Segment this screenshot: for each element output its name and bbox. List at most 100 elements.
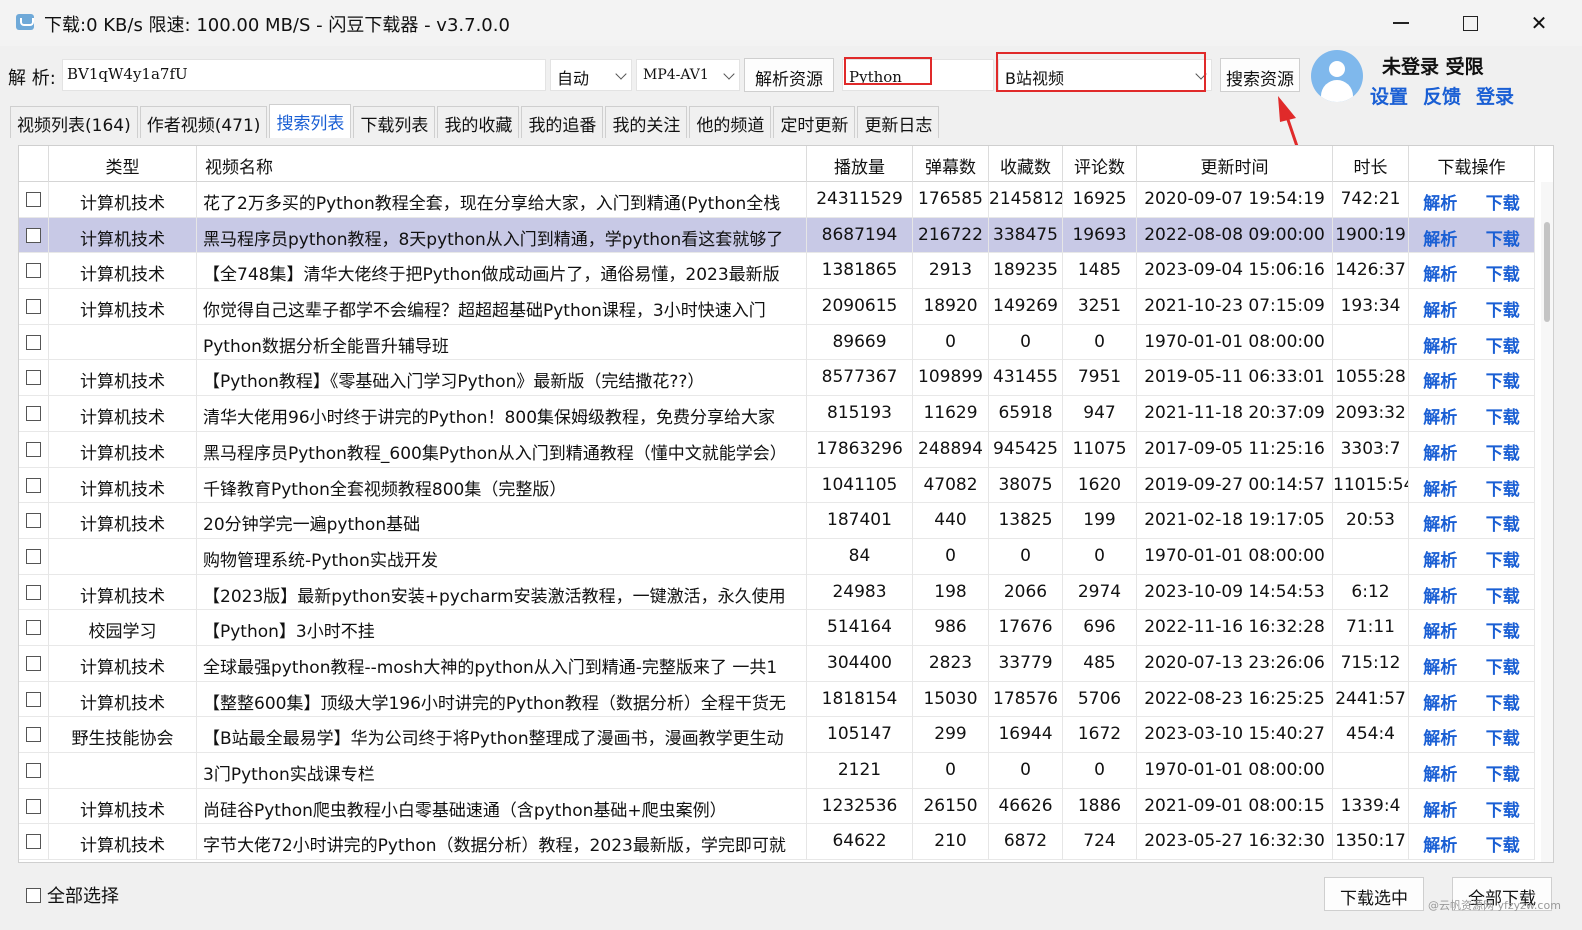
table-row[interactable]: 计算机技术 黑马程序员python教程，8天python从入门到精通，学pytho… [19,217,1535,254]
table-row[interactable]: 3门Python实战课专栏 2121 0 0 0 1970-01-01 08:00:00 解… [19,753,1535,789]
row-checkbox[interactable] [26,513,41,529]
column-header-8[interactable]: 时长 [1333,146,1409,182]
column-header-4[interactable]: 弹幕数 [913,146,989,182]
tab-9[interactable]: 更新日志 [857,106,940,138]
column-header-0[interactable] [19,146,49,182]
row-checkbox[interactable] [26,192,41,207]
table-row[interactable]: 计算机技术 全球最强python教程--mosh大神的python从入门到精通-完… [19,645,1535,682]
row-parse-link[interactable]: 解析 [1423,653,1457,682]
tab-6[interactable]: 我的关注 [605,106,688,138]
table-row[interactable]: 计算机技术 黑马程序员Python教程_600集Python从入门到精通教程（懂中… [19,431,1535,468]
quality-select[interactable]: 自动 [550,59,632,91]
row-download-link[interactable]: 下载 [1486,831,1520,860]
row-checkbox[interactable] [26,263,41,279]
row-parse-link[interactable]: 解析 [1423,439,1457,468]
maximize-button[interactable] [1447,6,1493,40]
row-parse-link[interactable]: 解析 [1423,510,1457,539]
tab-5[interactable]: 我的追番 [521,106,604,138]
column-header-2[interactable]: 视频名称 [197,146,807,182]
table-row[interactable]: 校园学习 【Python】3小时不挂 514164 986 17676 696 2022-1… [19,610,1535,646]
row-parse-link[interactable]: 解析 [1423,189,1457,218]
tab-1[interactable]: 作者视频(471) [139,106,268,138]
table-row[interactable]: 计算机技术 【2023版】最新python安装+pycharm安装激活教程，一键激… [19,574,1535,611]
row-checkbox[interactable] [26,334,41,350]
row-checkbox[interactable] [26,584,41,600]
row-checkbox[interactable] [26,441,41,457]
row-download-link[interactable]: 下载 [1486,689,1520,718]
settings-link[interactable]: 设置 [1370,82,1408,109]
column-header-3[interactable]: 播放量 [807,146,913,182]
feedback-link[interactable]: 反馈 [1423,82,1461,109]
row-checkbox[interactable] [26,727,41,743]
tab-2[interactable]: 搜索列表 [269,104,352,138]
row-download-link[interactable]: 下载 [1486,260,1520,289]
row-parse-link[interactable]: 解析 [1423,724,1457,753]
row-download-link[interactable]: 下载 [1486,332,1520,361]
table-row[interactable]: 计算机技术 字节大佬72小时讲完的Python（数据分析）教程，2023最新版，学… [19,824,1535,861]
row-checkbox[interactable] [26,370,41,386]
row-parse-link[interactable]: 解析 [1423,796,1457,825]
row-download-link[interactable]: 下载 [1486,189,1520,218]
row-download-link[interactable]: 下载 [1486,225,1520,254]
row-checkbox[interactable] [26,548,41,564]
row-parse-link[interactable]: 解析 [1423,260,1457,289]
row-parse-link[interactable]: 解析 [1423,296,1457,325]
row-parse-link[interactable]: 解析 [1423,546,1457,575]
table-row[interactable]: 计算机技术 花了2万多买的Python教程全套，现在分享给大家，入门到精通(Pyt… [19,182,1535,218]
column-header-1[interactable]: 类型 [49,146,197,182]
row-parse-link[interactable]: 解析 [1423,225,1457,254]
row-parse-link[interactable]: 解析 [1423,475,1457,504]
row-parse-link[interactable]: 解析 [1423,689,1457,718]
row-parse-link[interactable]: 解析 [1423,582,1457,611]
row-parse-link[interactable]: 解析 [1423,367,1457,396]
column-header-7[interactable]: 更新时间 [1137,146,1333,182]
row-download-link[interactable]: 下载 [1486,296,1520,325]
row-checkbox[interactable] [26,477,41,493]
row-parse-link[interactable]: 解析 [1423,617,1457,646]
row-download-link[interactable]: 下载 [1486,617,1520,646]
close-button[interactable]: ✕ [1516,6,1562,40]
table-row[interactable]: 计算机技术 千锋教育Python全套视频教程800集（完整版） 1041105 470… [19,467,1535,504]
row-download-link[interactable]: 下载 [1486,653,1520,682]
row-checkbox[interactable] [26,834,41,850]
table-row[interactable]: 计算机技术 尚硅谷Python爬虫教程小白零基础速通（含python基础+爬虫案例… [19,788,1535,825]
row-checkbox[interactable] [26,763,41,778]
row-download-link[interactable]: 下载 [1486,475,1520,504]
row-parse-link[interactable]: 解析 [1423,760,1457,789]
row-parse-link[interactable]: 解析 [1423,332,1457,361]
table-row[interactable]: 购物管理系统-Python实战开发 84 0 0 0 1970-01-01 08:00:0… [19,538,1535,575]
row-download-link[interactable]: 下载 [1486,510,1520,539]
minimize-button[interactable] [1378,6,1424,40]
format-select[interactable]: MP4-AV1 [636,59,740,91]
row-parse-link[interactable]: 解析 [1423,403,1457,432]
row-download-link[interactable]: 下载 [1486,582,1520,611]
login-link[interactable]: 登录 [1476,82,1514,109]
row-parse-link[interactable]: 解析 [1423,831,1457,860]
scrollbar-thumb[interactable] [1544,222,1550,322]
table-row[interactable]: 计算机技术 清华大佬用96小时终于讲完的Python！800集保姆级教程，免费分享… [19,396,1535,432]
row-checkbox[interactable] [26,227,41,243]
row-checkbox[interactable] [26,655,41,671]
column-header-9[interactable]: 下载操作 [1409,146,1535,182]
vertical-scrollbar[interactable] [1541,182,1553,862]
row-checkbox[interactable] [26,798,41,814]
row-checkbox[interactable] [26,620,41,636]
row-checkbox[interactable] [26,299,41,315]
table-row[interactable]: 计算机技术 【全748集】清华大佬终于把Python做成动画片了，通俗易懂，202… [19,253,1535,290]
table-row[interactable]: 计算机技术 你觉得自己这辈子都学不会编程？超超超基础Python课程，3小时快速入… [19,289,1535,325]
row-download-link[interactable]: 下载 [1486,439,1520,468]
table-row[interactable]: Python数据分析全能晋升辅导班 89669 0 0 0 1970-01-01 08:0… [19,324,1535,361]
download-selected-button[interactable]: 下载选中 [1324,877,1424,911]
tab-4[interactable]: 我的收藏 [437,106,520,138]
row-download-link[interactable]: 下载 [1486,796,1520,825]
row-download-link[interactable]: 下载 [1486,760,1520,789]
row-download-link[interactable]: 下载 [1486,403,1520,432]
search-resource-button[interactable]: 搜索资源 [1220,58,1300,92]
column-header-5[interactable]: 收藏数 [989,146,1063,182]
table-row[interactable]: 野生技能协会 【B站最全最易学】华为公司终于将Python整理成了漫画书，漫画教学… [19,717,1535,753]
row-download-link[interactable]: 下载 [1486,546,1520,575]
row-checkbox[interactable] [26,406,41,422]
row-download-link[interactable]: 下载 [1486,724,1520,753]
select-all-checkbox[interactable]: 全部选择 [26,882,119,908]
parse-url-input[interactable]: BV1qW4y1a7fU [62,59,546,91]
